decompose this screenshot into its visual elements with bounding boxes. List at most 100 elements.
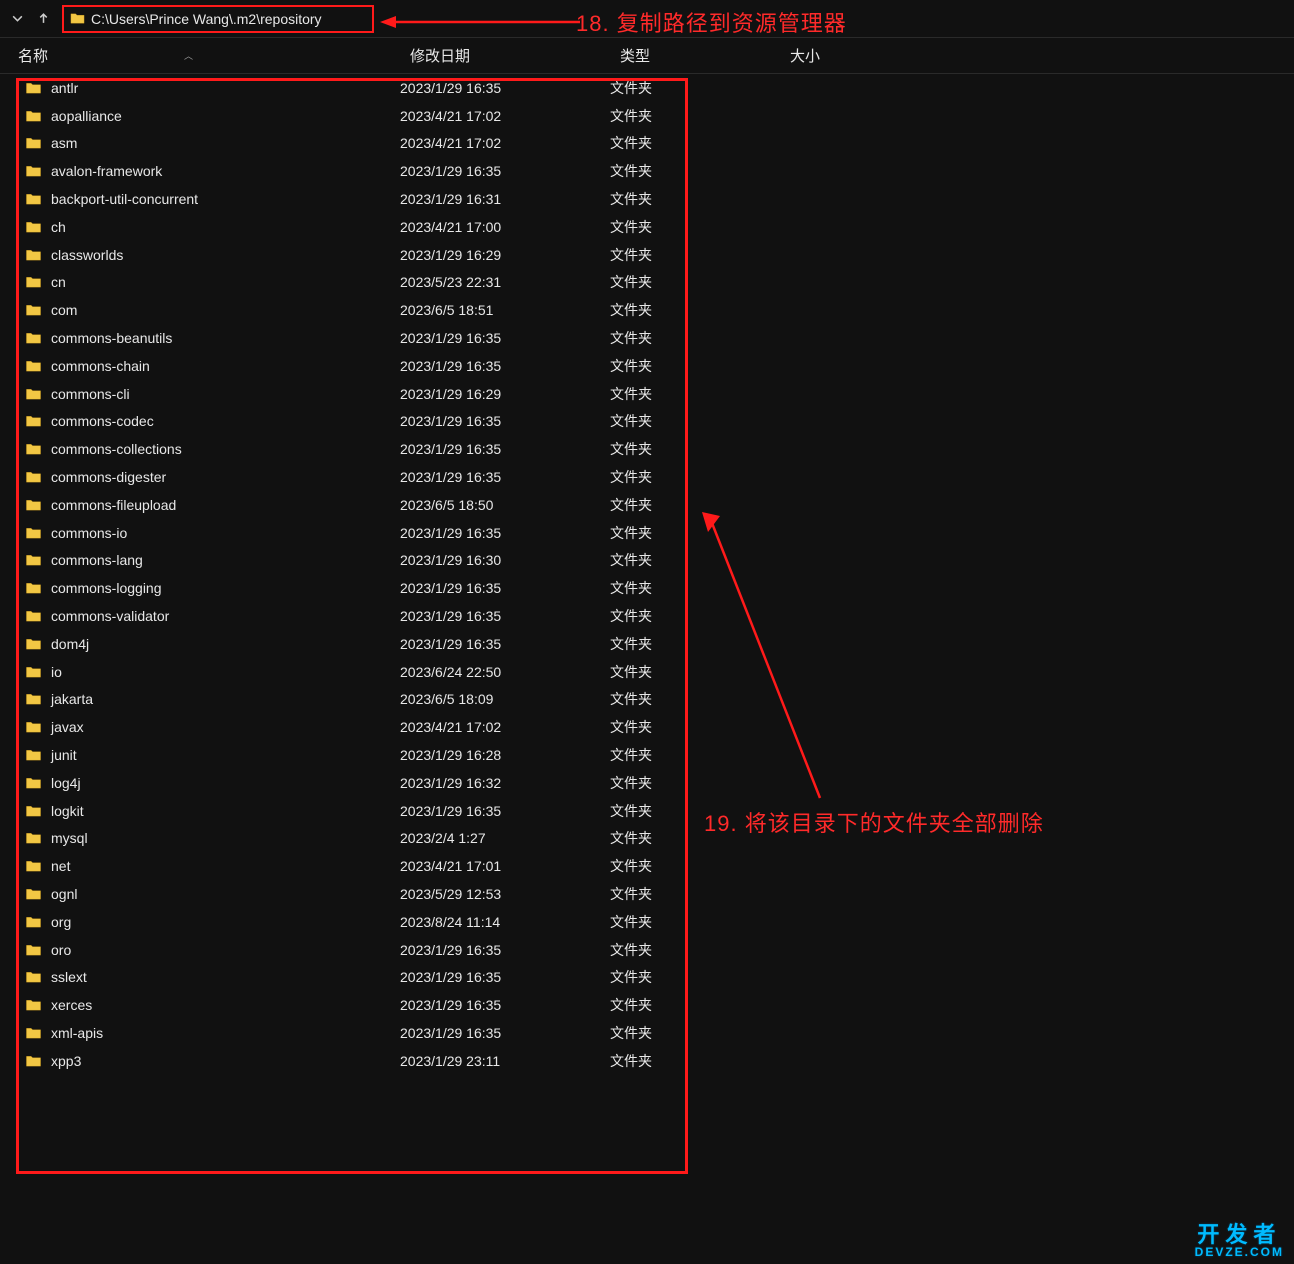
table-row[interactable]: javax2023/4/21 17:02文件夹 bbox=[0, 713, 1294, 741]
cell-type: 文件夹 bbox=[610, 550, 780, 570]
table-row[interactable]: commons-cli2023/1/29 16:29文件夹 bbox=[0, 380, 1294, 408]
table-row[interactable]: xpp32023/1/29 23:11文件夹 bbox=[0, 1047, 1294, 1075]
table-row[interactable]: mysql2023/2/4 1:27文件夹 bbox=[0, 825, 1294, 853]
cell-date: 2023/5/23 22:31 bbox=[400, 274, 610, 290]
table-row[interactable]: org2023/8/24 11:14文件夹 bbox=[0, 908, 1294, 936]
file-name: sslext bbox=[51, 969, 87, 985]
cell-date: 2023/1/29 16:30 bbox=[400, 552, 610, 568]
folder-icon bbox=[26, 998, 41, 1012]
table-row[interactable]: logkit2023/1/29 16:35文件夹 bbox=[0, 797, 1294, 825]
file-name: io bbox=[51, 664, 62, 680]
folder-icon bbox=[26, 665, 41, 679]
file-name: log4j bbox=[51, 775, 81, 791]
table-row[interactable]: sslext2023/1/29 16:35文件夹 bbox=[0, 964, 1294, 992]
cell-name: oro bbox=[26, 942, 400, 958]
cell-name: mysql bbox=[26, 830, 400, 846]
cell-name: commons-collections bbox=[26, 441, 400, 457]
folder-icon bbox=[26, 859, 41, 873]
cell-type: 文件夹 bbox=[610, 578, 780, 598]
cell-type: 文件夹 bbox=[610, 328, 780, 348]
cell-date: 2023/2/4 1:27 bbox=[400, 830, 610, 846]
folder-icon bbox=[26, 136, 41, 150]
table-row[interactable]: io2023/6/24 22:50文件夹 bbox=[0, 658, 1294, 686]
folder-icon bbox=[26, 192, 41, 206]
cell-type: 文件夹 bbox=[610, 356, 780, 376]
table-row[interactable]: classworlds2023/1/29 16:29文件夹 bbox=[0, 241, 1294, 269]
file-name: commons-chain bbox=[51, 358, 150, 374]
table-row[interactable]: aopalliance2023/4/21 17:02文件夹 bbox=[0, 102, 1294, 130]
table-row[interactable]: commons-chain2023/1/29 16:35文件夹 bbox=[0, 352, 1294, 380]
file-name: aopalliance bbox=[51, 108, 122, 124]
header-modified[interactable]: 修改日期 bbox=[410, 45, 620, 66]
cell-type: 文件夹 bbox=[610, 495, 780, 515]
table-row[interactable]: dom4j2023/1/29 16:35文件夹 bbox=[0, 630, 1294, 658]
cell-type: 文件夹 bbox=[610, 606, 780, 626]
table-row[interactable]: jakarta2023/6/5 18:09文件夹 bbox=[0, 686, 1294, 714]
file-list: antlr2023/1/29 16:35文件夹aopalliance2023/4… bbox=[0, 74, 1294, 1075]
watermark-line1: 开发者 bbox=[1195, 1224, 1284, 1246]
table-row[interactable]: commons-collections2023/1/29 16:35文件夹 bbox=[0, 435, 1294, 463]
folder-icon bbox=[26, 414, 41, 428]
cell-name: commons-io bbox=[26, 525, 400, 541]
cell-name: commons-fileupload bbox=[26, 497, 400, 513]
table-row[interactable]: net2023/4/21 17:01文件夹 bbox=[0, 852, 1294, 880]
folder-icon bbox=[26, 915, 41, 929]
cell-name: com bbox=[26, 302, 400, 318]
folder-icon bbox=[26, 637, 41, 651]
table-row[interactable]: log4j2023/1/29 16:32文件夹 bbox=[0, 769, 1294, 797]
table-row[interactable]: cn2023/5/23 22:31文件夹 bbox=[0, 269, 1294, 297]
header-name[interactable]: 名称 ︿ bbox=[18, 45, 410, 66]
table-row[interactable]: asm2023/4/21 17:02文件夹 bbox=[0, 130, 1294, 158]
folder-icon bbox=[26, 581, 41, 595]
history-dropdown-button[interactable] bbox=[6, 8, 28, 30]
cell-type: 文件夹 bbox=[610, 884, 780, 904]
cell-type: 文件夹 bbox=[610, 856, 780, 876]
cell-type: 文件夹 bbox=[610, 912, 780, 932]
cell-date: 2023/1/29 16:35 bbox=[400, 163, 610, 179]
header-size[interactable]: 大小 bbox=[790, 45, 1294, 66]
folder-icon bbox=[26, 943, 41, 957]
table-row[interactable]: commons-io2023/1/29 16:35文件夹 bbox=[0, 519, 1294, 547]
file-name: ognl bbox=[51, 886, 77, 902]
table-row[interactable]: commons-digester2023/1/29 16:35文件夹 bbox=[0, 463, 1294, 491]
cell-type: 文件夹 bbox=[610, 161, 780, 181]
table-row[interactable]: ch2023/4/21 17:00文件夹 bbox=[0, 213, 1294, 241]
table-row[interactable]: commons-fileupload2023/6/5 18:50文件夹 bbox=[0, 491, 1294, 519]
folder-icon bbox=[26, 359, 41, 373]
header-type[interactable]: 类型 bbox=[620, 45, 790, 66]
table-row[interactable]: com2023/6/5 18:51文件夹 bbox=[0, 296, 1294, 324]
table-row[interactable]: avalon-framework2023/1/29 16:35文件夹 bbox=[0, 157, 1294, 185]
cell-date: 2023/1/29 16:35 bbox=[400, 803, 610, 819]
file-name: commons-validator bbox=[51, 608, 169, 624]
table-row[interactable]: commons-codec2023/1/29 16:35文件夹 bbox=[0, 408, 1294, 436]
file-name: commons-cli bbox=[51, 386, 130, 402]
file-name: commons-lang bbox=[51, 552, 143, 568]
table-row[interactable]: commons-lang 2023/1/29 16:30文件夹 bbox=[0, 547, 1294, 575]
cell-name: org bbox=[26, 914, 400, 930]
cell-date: 2023/6/24 22:50 bbox=[400, 664, 610, 680]
cell-name: xerces bbox=[26, 997, 400, 1013]
table-row[interactable]: commons-logging2023/1/29 16:35文件夹 bbox=[0, 574, 1294, 602]
address-path: C:\Users\Prince Wang\.m2\repository bbox=[91, 11, 322, 27]
file-name: antlr bbox=[51, 80, 78, 96]
table-row[interactable]: backport-util-concurrent2023/1/29 16:31文… bbox=[0, 185, 1294, 213]
address-bar[interactable]: C:\Users\Prince Wang\.m2\repository bbox=[62, 5, 374, 33]
cell-date: 2023/4/21 17:02 bbox=[400, 108, 610, 124]
folder-icon bbox=[26, 609, 41, 623]
table-row[interactable]: ognl 2023/5/29 12:53文件夹 bbox=[0, 880, 1294, 908]
table-row[interactable]: oro2023/1/29 16:35文件夹 bbox=[0, 936, 1294, 964]
cell-name: commons-codec bbox=[26, 413, 400, 429]
table-row[interactable]: commons-validator2023/1/29 16:35文件夹 bbox=[0, 602, 1294, 630]
table-row[interactable]: junit2023/1/29 16:28文件夹 bbox=[0, 741, 1294, 769]
table-row[interactable]: xerces2023/1/29 16:35文件夹 bbox=[0, 991, 1294, 1019]
up-button[interactable] bbox=[32, 8, 54, 30]
cell-date: 2023/5/29 12:53 bbox=[400, 886, 610, 902]
folder-icon bbox=[26, 303, 41, 317]
table-row[interactable]: antlr2023/1/29 16:35文件夹 bbox=[0, 74, 1294, 102]
file-name: jakarta bbox=[51, 691, 93, 707]
folder-icon bbox=[26, 1054, 41, 1068]
file-name: logkit bbox=[51, 803, 84, 819]
cell-type: 文件夹 bbox=[610, 300, 780, 320]
table-row[interactable]: xml-apis2023/1/29 16:35文件夹 bbox=[0, 1019, 1294, 1047]
table-row[interactable]: commons-beanutils2023/1/29 16:35文件夹 bbox=[0, 324, 1294, 352]
